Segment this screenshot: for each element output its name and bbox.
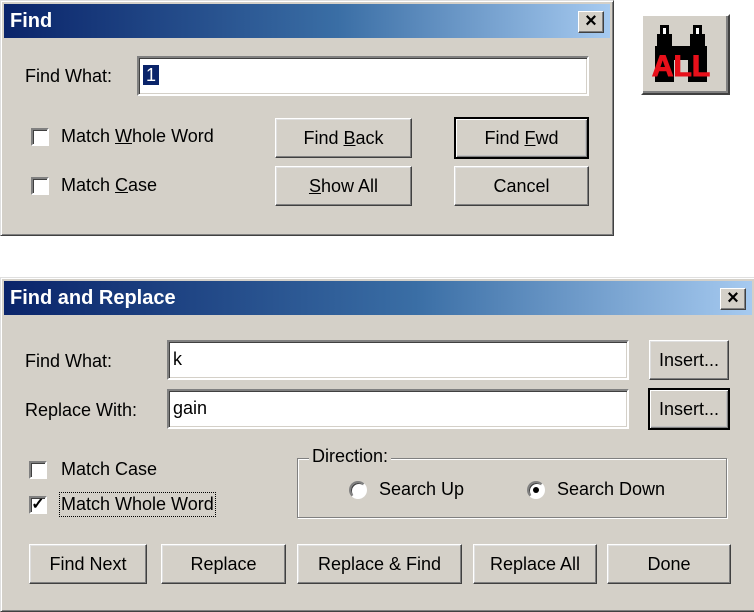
match-case-checkbox[interactable] <box>31 177 49 195</box>
find-what-label: Find What: <box>25 66 113 86</box>
find-replace-close-icon[interactable]: × <box>720 288 746 310</box>
find-replace-dialog: Find and Replace × Find What: k Insert..… <box>0 277 754 612</box>
search-down-radio[interactable] <box>527 481 545 499</box>
cancel-button[interactable]: Cancel <box>454 166 589 206</box>
search-up-label[interactable]: Search Up <box>379 479 464 500</box>
find-what-value: 1 <box>143 65 160 85</box>
find-dialog-title: Find <box>10 10 53 32</box>
find-what-label: Find What: <box>25 351 113 371</box>
find-dialog-titlebar[interactable]: Find × <box>4 4 610 38</box>
search-up-radio[interactable] <box>349 481 367 499</box>
replace-with-input[interactable]: gain <box>167 389 629 429</box>
find-fwd-button[interactable]: Find Fwd <box>454 117 589 159</box>
match-whole-word-label[interactable]: Match Whole Word <box>61 126 214 147</box>
find-what-input[interactable]: 1 <box>137 56 589 96</box>
find-replace-titlebar[interactable]: Find and Replace × <box>4 281 752 315</box>
match-case-checkbox[interactable] <box>29 461 47 479</box>
match-whole-word-label[interactable]: Match Whole Word <box>59 492 216 517</box>
find-all-icon-text: ALL <box>652 50 710 83</box>
find-all-binoculars-icon: ALL <box>651 25 711 84</box>
insert-replace-button[interactable]: Insert... <box>648 388 730 430</box>
find-replace-title: Find and Replace <box>10 287 176 309</box>
find-back-button[interactable]: Find Back <box>275 118 412 158</box>
search-down-label[interactable]: Search Down <box>557 479 665 500</box>
find-next-button[interactable]: Find Next <box>29 544 147 584</box>
show-all-button[interactable]: Show All <box>275 166 412 206</box>
find-all-button[interactable]: ALL <box>641 14 730 95</box>
match-whole-word-checkbox[interactable]: ✓ <box>29 496 47 514</box>
find-dialog-close-icon[interactable]: × <box>578 11 604 33</box>
match-whole-word-checkbox[interactable] <box>31 128 49 146</box>
insert-find-button[interactable]: Insert... <box>649 340 729 380</box>
radio-selected-dot <box>533 487 539 493</box>
find-what-input[interactable]: k <box>167 340 629 380</box>
replace-button[interactable]: Replace <box>161 544 286 584</box>
replace-with-label: Replace With: <box>25 400 138 420</box>
find-dialog: Find × Find What: 1 Match Whole Word Mat… <box>0 0 614 236</box>
direction-legend: Direction: <box>309 446 392 467</box>
match-case-label[interactable]: Match Case <box>61 175 157 196</box>
replace-find-button[interactable]: Replace & Find <box>297 544 462 584</box>
replace-all-button[interactable]: Replace All <box>473 544 597 584</box>
done-button[interactable]: Done <box>607 544 731 584</box>
match-case-label[interactable]: Match Case <box>61 459 157 480</box>
